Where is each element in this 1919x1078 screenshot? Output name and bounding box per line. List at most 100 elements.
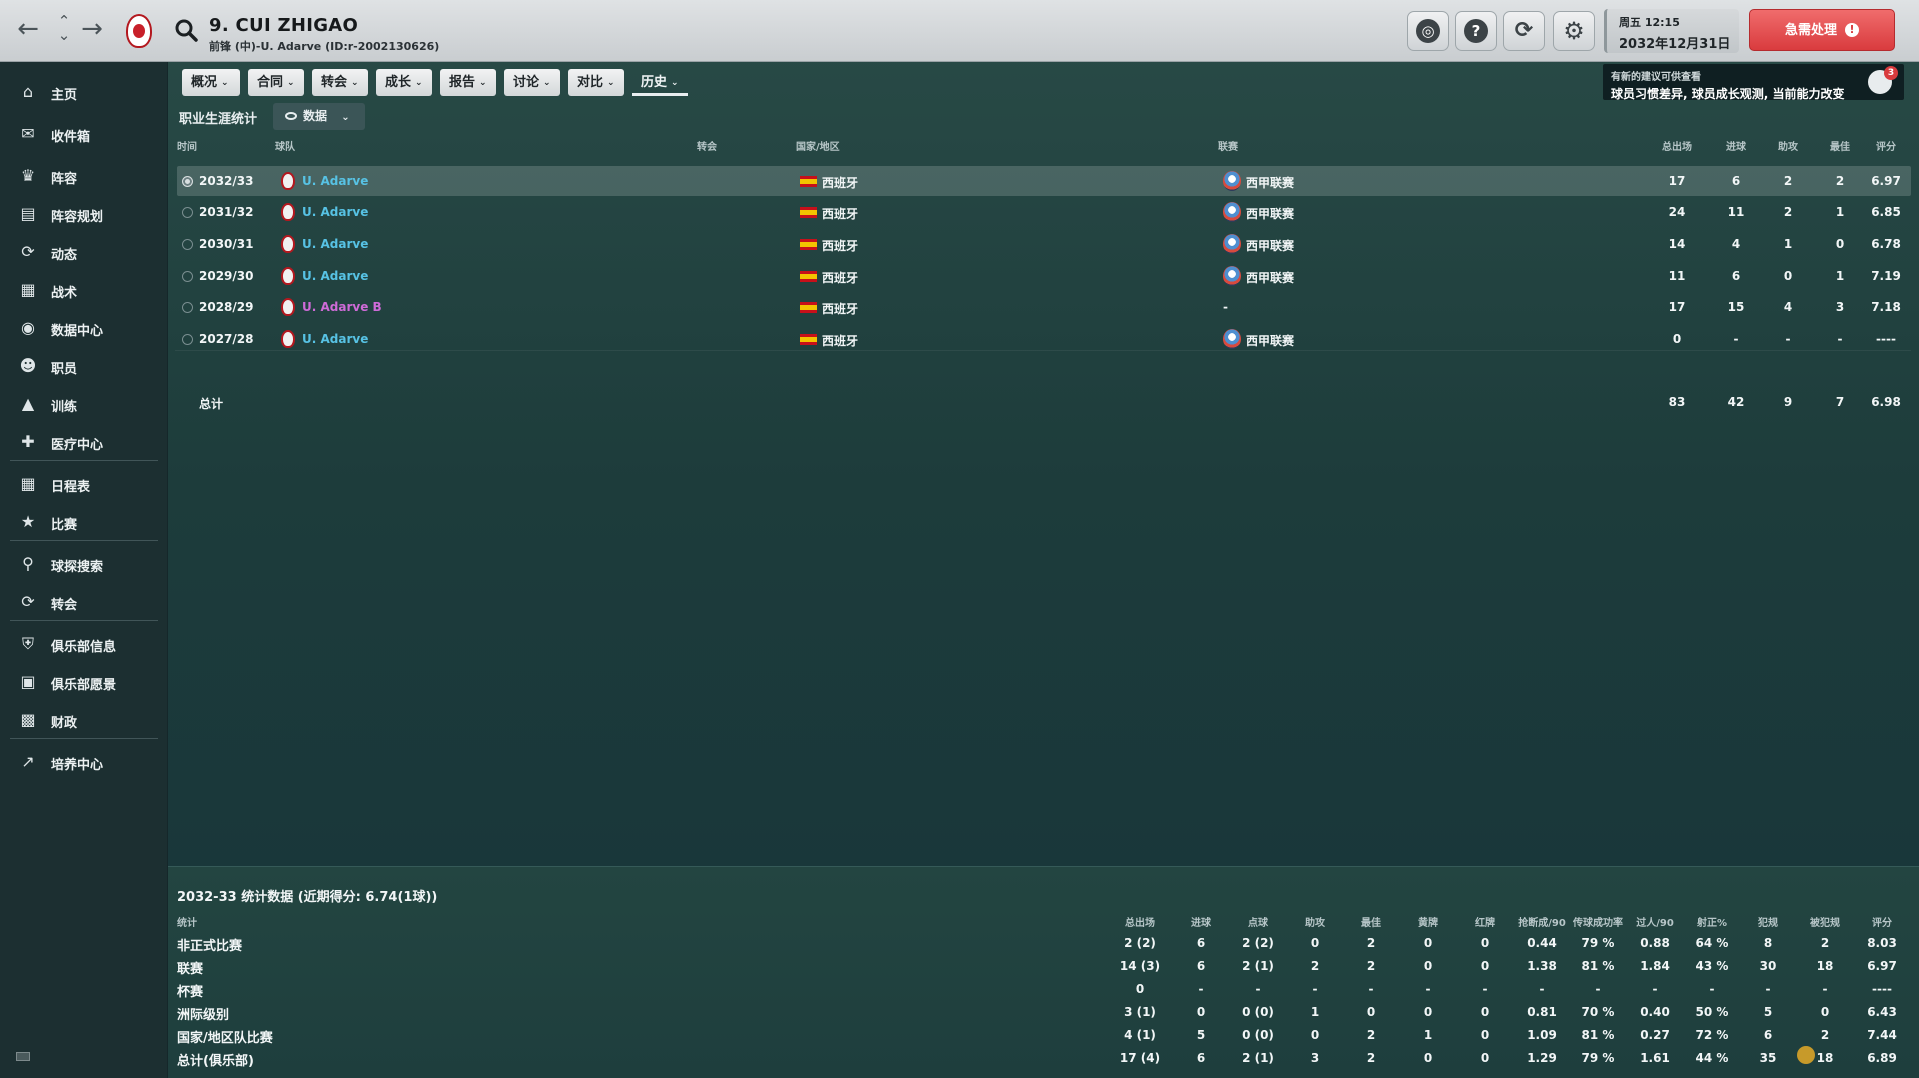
stats-header[interactable]: 最佳	[1341, 914, 1401, 929]
tab[interactable]: 讨论 ⌄	[504, 69, 560, 96]
sidebar-item[interactable]: ☻ 职员	[0, 350, 168, 382]
sidebar-item[interactable]: ⛨ 俱乐部信息	[0, 628, 168, 660]
sidebar-item-label: 财政	[51, 716, 78, 731]
date-display[interactable]: 周五 12:15 2032年12月31日	[1604, 9, 1739, 53]
stats-header[interactable]: 总出场	[1110, 914, 1170, 929]
team-link[interactable]: U. Adarve B	[302, 300, 382, 314]
stats-header[interactable]: 射正%	[1682, 914, 1742, 929]
sidebar-item[interactable]: ▣ 俱乐部愿景	[0, 666, 168, 698]
world-button[interactable]: ◎	[1407, 11, 1449, 51]
team-link[interactable]: U. Adarve	[302, 332, 368, 346]
sidebar-item[interactable]: ▦ 日程表	[0, 468, 168, 500]
team-link[interactable]: U. Adarve	[302, 269, 368, 283]
col-goals[interactable]: 进球	[1716, 138, 1756, 153]
tab[interactable]: 报告 ⌄	[440, 69, 496, 96]
league-cell[interactable]: 西甲联赛	[1246, 174, 1294, 191]
sidebar-item[interactable]: ◉ 数据中心	[0, 312, 168, 344]
sidebar-item[interactable]: ▲ 训练	[0, 388, 168, 420]
stats-cell: 2 (1)	[1242, 1051, 1274, 1065]
col-rating[interactable]: 评分	[1866, 138, 1906, 153]
career-row[interactable]: 2028/29 U. Adarve B 西班牙 - 17 15 4 3 7.18	[177, 292, 1911, 322]
career-row[interactable]: 2030/31 U. Adarve 西班牙 西甲联赛 14 4 1 0 6.78	[177, 229, 1911, 259]
tab[interactable]: 对比 ⌄	[568, 69, 624, 96]
stats-header[interactable]: 进球	[1171, 914, 1231, 929]
settings-button[interactable]: ⚙	[1553, 11, 1595, 51]
row-radio[interactable]	[182, 239, 193, 250]
sidebar-item[interactable]: ▩ 财政	[0, 704, 168, 736]
sidebar-item[interactable]: ↗ 培养中心	[0, 746, 168, 778]
tab[interactable]: 合同 ⌄	[248, 69, 304, 96]
sidebar-item[interactable]: ♛ 阵容	[0, 160, 168, 192]
col-time[interactable]: 时间	[177, 138, 197, 153]
stats-header[interactable]: 红牌	[1455, 914, 1515, 929]
view-dropdown[interactable]: 数据 ⌄	[273, 103, 365, 130]
sidebar-item[interactable]: ⚲ 球探搜索	[0, 548, 168, 580]
league-cell[interactable]: 西甲联赛	[1246, 237, 1294, 254]
advice-notification[interactable]: 有新的建议可供查看 球员习惯差异, 球员成长观测, 当前能力改变 3	[1603, 64, 1904, 101]
team-link[interactable]: U. Adarve	[302, 237, 368, 251]
sidebar-item[interactable]: ▦ 战术	[0, 274, 168, 306]
country-cell[interactable]: 西班牙	[822, 269, 858, 286]
urgent-action-button[interactable]: 急需处理!	[1749, 9, 1895, 51]
league-cell[interactable]: 西甲联赛	[1246, 269, 1294, 286]
sidebar-item[interactable]: ▤ 阵容规划	[0, 198, 168, 230]
country-cell[interactable]: 西班牙	[822, 237, 858, 254]
col-team[interactable]: 球队	[275, 138, 295, 153]
stats-header[interactable]: 过人/90	[1625, 914, 1685, 929]
help-button[interactable]: ?	[1455, 11, 1497, 51]
stats-header[interactable]: 被犯规	[1795, 914, 1855, 929]
row-radio[interactable]	[182, 302, 193, 313]
search-icon[interactable]	[174, 18, 198, 42]
country-cell[interactable]: 西班牙	[822, 174, 858, 191]
col-assists[interactable]: 助攻	[1768, 138, 1808, 153]
tab[interactable]: 概况 ⌄	[182, 69, 240, 96]
stats-header[interactable]: 评分	[1852, 914, 1912, 929]
team-link[interactable]: U. Adarve	[302, 174, 368, 188]
col-league[interactable]: 联赛	[1218, 138, 1238, 153]
refresh-button[interactable]: ⟳	[1503, 11, 1545, 51]
up-down-chevron-icon[interactable]: ⌃ ⌄	[50, 14, 78, 46]
col-transfer[interactable]: 转会	[697, 138, 717, 153]
stats-header[interactable]: 统计	[177, 914, 197, 929]
sidebar-item[interactable]: ★ 比赛	[0, 506, 168, 538]
team-link[interactable]: U. Adarve	[302, 205, 368, 219]
sidebar-item[interactable]: ⟳ 动态	[0, 236, 168, 268]
assists-cell: 1	[1783, 237, 1793, 251]
row-radio[interactable]	[182, 334, 193, 345]
career-row[interactable]: 2029/30 U. Adarve 西班牙 西甲联赛 11 6 0 1 7.19	[177, 261, 1911, 291]
stats-header[interactable]: 助攻	[1285, 914, 1345, 929]
col-pom[interactable]: 最佳	[1820, 138, 1860, 153]
row-radio[interactable]	[182, 176, 193, 187]
date-weekday-time: 周五 12:15	[1619, 16, 1680, 29]
stats-header[interactable]: 抢断成/90	[1512, 914, 1572, 929]
country-cell[interactable]: 西班牙	[822, 332, 858, 349]
row-radio[interactable]	[182, 271, 193, 282]
stats-cell: 6.43	[1867, 1005, 1897, 1019]
sidebar-item[interactable]: ✉ 收件箱	[0, 118, 168, 150]
club-badge-icon[interactable]	[126, 14, 152, 48]
col-apps[interactable]: 总出场	[1657, 138, 1697, 153]
stats-header[interactable]: 传球成功率	[1568, 914, 1628, 929]
sidebar-item[interactable]: ✚ 医疗中心	[0, 426, 168, 458]
row-radio[interactable]	[182, 207, 193, 218]
col-country[interactable]: 国家/地区	[796, 138, 840, 153]
forward-arrow-icon[interactable]: →	[78, 14, 106, 46]
rating-cell: ----	[1876, 332, 1896, 346]
career-row[interactable]: 2032/33 U. Adarve 西班牙 西甲联赛 17 6 2 2 6.97	[177, 166, 1911, 196]
country-cell[interactable]: 西班牙	[822, 205, 858, 222]
tab[interactable]: 成长 ⌄	[376, 69, 432, 96]
back-arrow-icon[interactable]: ←	[14, 14, 42, 46]
stats-header[interactable]: 犯规	[1738, 914, 1798, 929]
stats-header[interactable]: 点球	[1228, 914, 1288, 929]
tab[interactable]: 历史 ⌄	[632, 69, 688, 96]
league-cell[interactable]: 西甲联赛	[1246, 205, 1294, 222]
league-cell[interactable]: 西甲联赛	[1246, 332, 1294, 349]
stats-cell: 81 %	[1581, 959, 1615, 973]
career-row[interactable]: 2031/32 U. Adarve 西班牙 西甲联赛 24 11 2 1 6.85	[177, 197, 1911, 227]
country-cell[interactable]: 西班牙	[822, 300, 858, 317]
sidebar-item[interactable]: ⟳ 转会	[0, 586, 168, 618]
keyboard-icon[interactable]	[16, 1052, 30, 1061]
stats-header[interactable]: 黄牌	[1398, 914, 1458, 929]
sidebar-item[interactable]: ⌂ 主页	[0, 76, 168, 108]
tab[interactable]: 转会 ⌄	[312, 69, 368, 96]
